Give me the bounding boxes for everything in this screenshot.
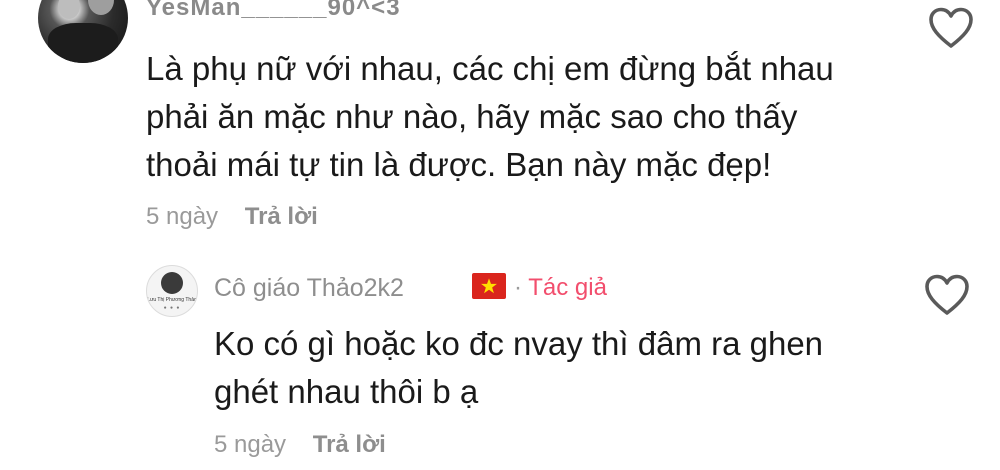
avatar-silhouette — [161, 272, 183, 294]
reply-meta: 5 ngày Trả lời — [214, 431, 386, 459]
heart-outline-icon[interactable] — [928, 7, 974, 49]
comment-text: Là phụ nữ với nhau, các chị em đừng bắt … — [146, 50, 834, 183]
commenter-avatar[interactable] — [38, 0, 128, 63]
author-separator: · — [514, 274, 522, 301]
reply-text: Ko có gì hoặc ko đc nvay thì đâm ra ghen… — [214, 325, 824, 410]
author-label: Tác giả — [528, 274, 607, 301]
comment-age: 5 ngày — [146, 203, 219, 230]
avatar-caption: Lưu Thị Phương Thảo — [147, 297, 197, 303]
avatar-face — [88, 0, 114, 15]
author-tag: · Tác giả — [514, 274, 607, 302]
commenter-username[interactable]: YesMan______90^<3 — [146, 0, 401, 22]
vietnam-flag-icon — [472, 273, 506, 299]
comment-meta: 5 ngày Trả lời — [146, 203, 318, 231]
avatar-body — [48, 23, 118, 63]
reply-age: 5 ngày — [214, 431, 287, 458]
reply-button[interactable]: Trả lời — [245, 203, 318, 230]
avatar-dots: ● ● ● — [163, 305, 181, 311]
avatar-face — [58, 0, 80, 19]
reply-button[interactable]: Trả lời — [313, 431, 386, 458]
reply-username[interactable]: Cô giáo Thảo2k2 — [214, 274, 404, 303]
reply-avatar[interactable]: Lưu Thị Phương Thảo ● ● ● — [146, 265, 198, 317]
heart-outline-icon[interactable] — [924, 274, 970, 316]
